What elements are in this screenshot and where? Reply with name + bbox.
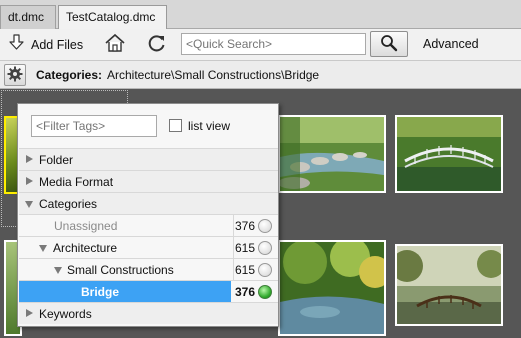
filter-toggle-radio[interactable] [258,241,272,255]
tree-row-label: Categories [39,197,98,211]
tree-item-architecture[interactable]: Architecture 615 [19,236,278,259]
tree-row-count: 615 [235,241,256,255]
column-divider [233,215,234,237]
tree-item-bridge[interactable]: Bridge 376 [19,280,278,302]
tag-filter-popup: list view Folder Media Format Categories… [17,103,279,327]
tree-row-label: Architecture [53,241,118,255]
selection-highlight [19,281,231,302]
tree-row-count: 376 [235,219,256,233]
home-icon [104,33,126,56]
tree-row-label: Folder [39,153,74,167]
tree-row-label: Media Format [39,175,114,189]
search-icon [380,34,398,55]
column-divider [233,259,234,281]
collapse-arrow-icon[interactable] [25,201,33,208]
tree-row-label: Unassigned [54,219,118,233]
filter-active-radio[interactable] [258,285,272,299]
tree-row-label: Small Constructions [67,263,174,277]
collapse-arrow-icon[interactable] [54,267,62,274]
tab-bar: dt.dmc TestCatalog.dmc [0,0,521,30]
category-breadcrumb[interactable]: Architecture\Small Constructions\Bridge [107,68,319,82]
thumbnail-image [397,117,501,191]
list-view-checkbox[interactable] [169,119,182,132]
collapse-arrow-icon[interactable] [39,245,47,252]
column-divider [233,237,234,259]
tree-group-media-format[interactable]: Media Format [19,170,278,192]
tree-group-keywords[interactable]: Keywords [19,302,278,324]
thumbnail-image [391,246,505,324]
expand-arrow-icon[interactable] [26,155,33,163]
add-files-button[interactable]: Add Files [8,29,83,60]
list-view-label: list view [188,119,231,133]
tree-group-categories[interactable]: Categories [19,192,278,214]
gear-icon [7,66,23,85]
thumbnail-image [280,237,391,334]
tree-row-count: 615 [235,263,256,277]
add-files-label: Add Files [31,37,84,52]
search-button[interactable] [370,31,408,57]
expand-arrow-icon[interactable] [26,309,33,317]
tab-dt-dmc[interactable]: dt.dmc [0,5,56,29]
add-files-icon [8,34,26,55]
tree-row-count: 376 [235,285,256,299]
expand-arrow-icon[interactable] [26,177,33,185]
thumbnail-pond[interactable] [278,237,391,336]
thumbnail-wooden-bridge[interactable] [391,244,505,326]
tree-item-unassigned[interactable]: Unassigned 376 [19,214,278,237]
thumbnail-stepping-stones[interactable] [278,115,386,193]
quick-search-input[interactable] [181,33,366,55]
home-button[interactable] [104,29,126,60]
category-path-bar: Categories: Architecture\Small Construct… [0,61,521,89]
filter-toggle-radio[interactable] [258,219,272,233]
refresh-button[interactable] [147,29,167,60]
tree-item-small-constructions[interactable]: Small Constructions 615 [19,258,278,281]
categories-label: Categories: [36,68,103,82]
toolbar: Add Files Advanced [0,29,521,61]
tab-testcatalog-dmc[interactable]: TestCatalog.dmc [58,5,167,30]
filter-toggle-radio[interactable] [258,263,272,277]
thumbnail-white-bridge[interactable] [395,115,503,193]
filter-tags-input[interactable] [31,115,157,137]
thumbnail-image [278,117,384,191]
tree-group-folder[interactable]: Folder [19,148,278,170]
tag-settings-button[interactable] [4,64,26,86]
advanced-search-link[interactable]: Advanced [423,37,479,51]
tree-row-label: Keywords [39,307,92,321]
refresh-icon [147,33,167,56]
tree-row-label: Bridge [81,285,120,299]
